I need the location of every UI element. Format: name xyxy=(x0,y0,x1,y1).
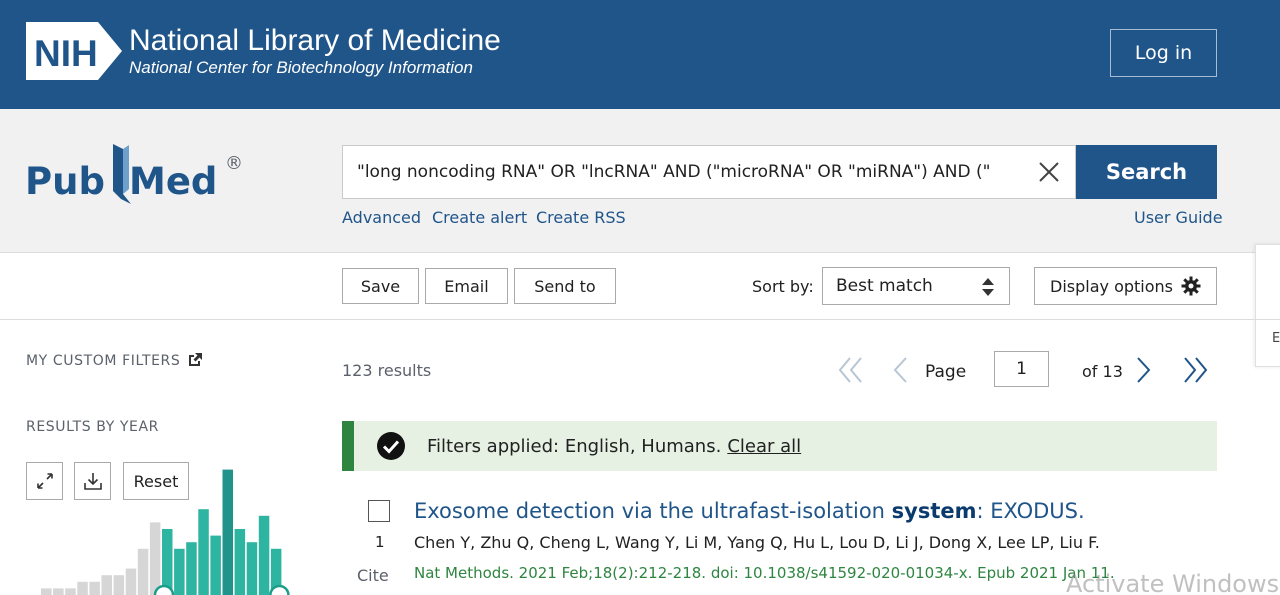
display-options-label: Display options xyxy=(1050,276,1173,296)
user-guide-link[interactable]: User Guide xyxy=(1134,208,1223,227)
toolbar-divider xyxy=(0,319,1280,320)
expand-icon xyxy=(36,473,53,489)
nih-subtitle: National Center for Biotechnology Inform… xyxy=(129,58,473,77)
result-number: 1 xyxy=(375,533,385,551)
page-number-input[interactable]: 1 xyxy=(994,351,1049,387)
nih-title[interactable]: National Library of Medicine xyxy=(129,24,501,58)
result-title-pre: Exosome detection via the ultrafast-isol… xyxy=(414,499,892,523)
results-by-year-heading: RESULTS BY YEAR xyxy=(26,419,160,435)
create-rss-link[interactable]: Create RSS xyxy=(536,208,626,227)
expand-chart-button[interactable] xyxy=(26,462,63,500)
year-bar[interactable] xyxy=(125,568,137,595)
result-title-link[interactable]: Exosome detection via the ultrafast-isol… xyxy=(414,499,1085,523)
registered-mark: ® xyxy=(225,153,243,174)
check-circle-icon xyxy=(377,432,405,460)
year-bar[interactable] xyxy=(113,575,125,595)
result-authors: Chen Y, Zhu Q, Cheng L, Wang Y, Li M, Ya… xyxy=(414,533,1100,552)
reset-chart-button[interactable]: Reset xyxy=(123,462,189,500)
year-bar[interactable] xyxy=(89,581,100,595)
pubmed-logo-med: Med xyxy=(129,160,217,203)
save-button[interactable]: Save xyxy=(342,268,419,304)
year-bar[interactable] xyxy=(222,469,234,595)
cite-button[interactable]: Cite xyxy=(357,566,389,585)
year-bar[interactable] xyxy=(186,542,197,595)
year-bar[interactable] xyxy=(53,588,64,595)
gear-icon xyxy=(1181,276,1201,296)
year-bar[interactable] xyxy=(210,535,221,595)
search-input[interactable]: "long noncoding RNA" OR "lncRNA" AND ("m… xyxy=(342,145,1022,199)
sort-label: Sort by: xyxy=(752,277,814,296)
result-checkbox[interactable] xyxy=(368,500,390,522)
clear-all-link[interactable]: Clear all xyxy=(727,436,801,457)
year-bar[interactable] xyxy=(246,542,258,595)
search-band: Pub Med ® "long noncoding RNA" OR "lncRN… xyxy=(0,109,1280,253)
last-page-icon[interactable] xyxy=(1182,356,1208,384)
activate-windows-watermark: Activate Windows xyxy=(1066,570,1280,595)
sort-value: Best match xyxy=(836,276,933,296)
nih-logo-icon[interactable]: NIH xyxy=(26,22,122,80)
login-button[interactable]: Log in xyxy=(1110,29,1217,77)
nih-header: NIH National Library of Medicine Nationa… xyxy=(0,0,1280,109)
download-chart-button[interactable] xyxy=(74,462,111,500)
results-count: 123 results xyxy=(342,361,432,380)
previous-page-icon[interactable] xyxy=(891,356,909,384)
clear-search-button[interactable] xyxy=(1022,145,1076,199)
side-feedback-tab[interactable]: E xyxy=(1255,244,1280,367)
year-bar[interactable] xyxy=(65,588,76,595)
year-range-end-handle[interactable] xyxy=(269,584,290,595)
close-icon xyxy=(1038,162,1059,182)
external-link-icon[interactable] xyxy=(187,352,203,368)
page-of-label: of 13 xyxy=(1082,362,1123,381)
next-page-icon[interactable] xyxy=(1135,356,1153,384)
search-button[interactable]: Search xyxy=(1076,145,1217,199)
pubmed-logo[interactable]: Pub Med ® xyxy=(25,139,247,214)
result-title-post: : EXODUS. xyxy=(976,499,1085,523)
year-bar[interactable] xyxy=(258,515,270,595)
year-bar[interactable] xyxy=(101,575,113,595)
filters-applied-bar: Filters applied: English, Humans. Clear a… xyxy=(342,421,1217,471)
pubmed-logo-pub: Pub xyxy=(25,160,105,203)
nih-logo-text: NIH xyxy=(34,33,98,74)
side-tab-letter: E xyxy=(1272,331,1280,346)
page-label: Page xyxy=(925,362,967,382)
year-range-start-handle[interactable] xyxy=(153,584,175,595)
year-bar[interactable] xyxy=(77,581,88,595)
send-to-button[interactable]: Send to xyxy=(514,268,616,304)
email-button[interactable]: Email xyxy=(425,268,508,304)
sort-arrows-icon xyxy=(982,278,994,296)
filters-applied-label: Filters applied: English, Humans. xyxy=(427,436,722,457)
display-options-button[interactable]: Display options xyxy=(1034,267,1217,305)
download-icon xyxy=(83,473,102,490)
first-page-icon[interactable] xyxy=(838,356,864,384)
result-title-bold: system xyxy=(891,499,977,523)
year-bar[interactable] xyxy=(149,522,161,595)
create-alert-link[interactable]: Create alert xyxy=(432,208,527,227)
filters-applied-text: Filters applied: English, Humans. Clear a… xyxy=(427,436,801,457)
advanced-link[interactable]: Advanced xyxy=(342,208,421,227)
custom-filters-heading[interactable]: MY CUSTOM FILTERS xyxy=(26,353,180,369)
year-bar[interactable] xyxy=(174,548,185,595)
year-bar[interactable] xyxy=(198,509,209,595)
result-citation: Nat Methods. 2021 Feb;18(2):212-218. doi… xyxy=(414,564,1115,582)
year-bar[interactable] xyxy=(234,529,246,595)
year-bar[interactable] xyxy=(41,588,52,595)
year-bar[interactable] xyxy=(137,548,149,595)
sort-select[interactable]: Best match xyxy=(822,267,1010,305)
